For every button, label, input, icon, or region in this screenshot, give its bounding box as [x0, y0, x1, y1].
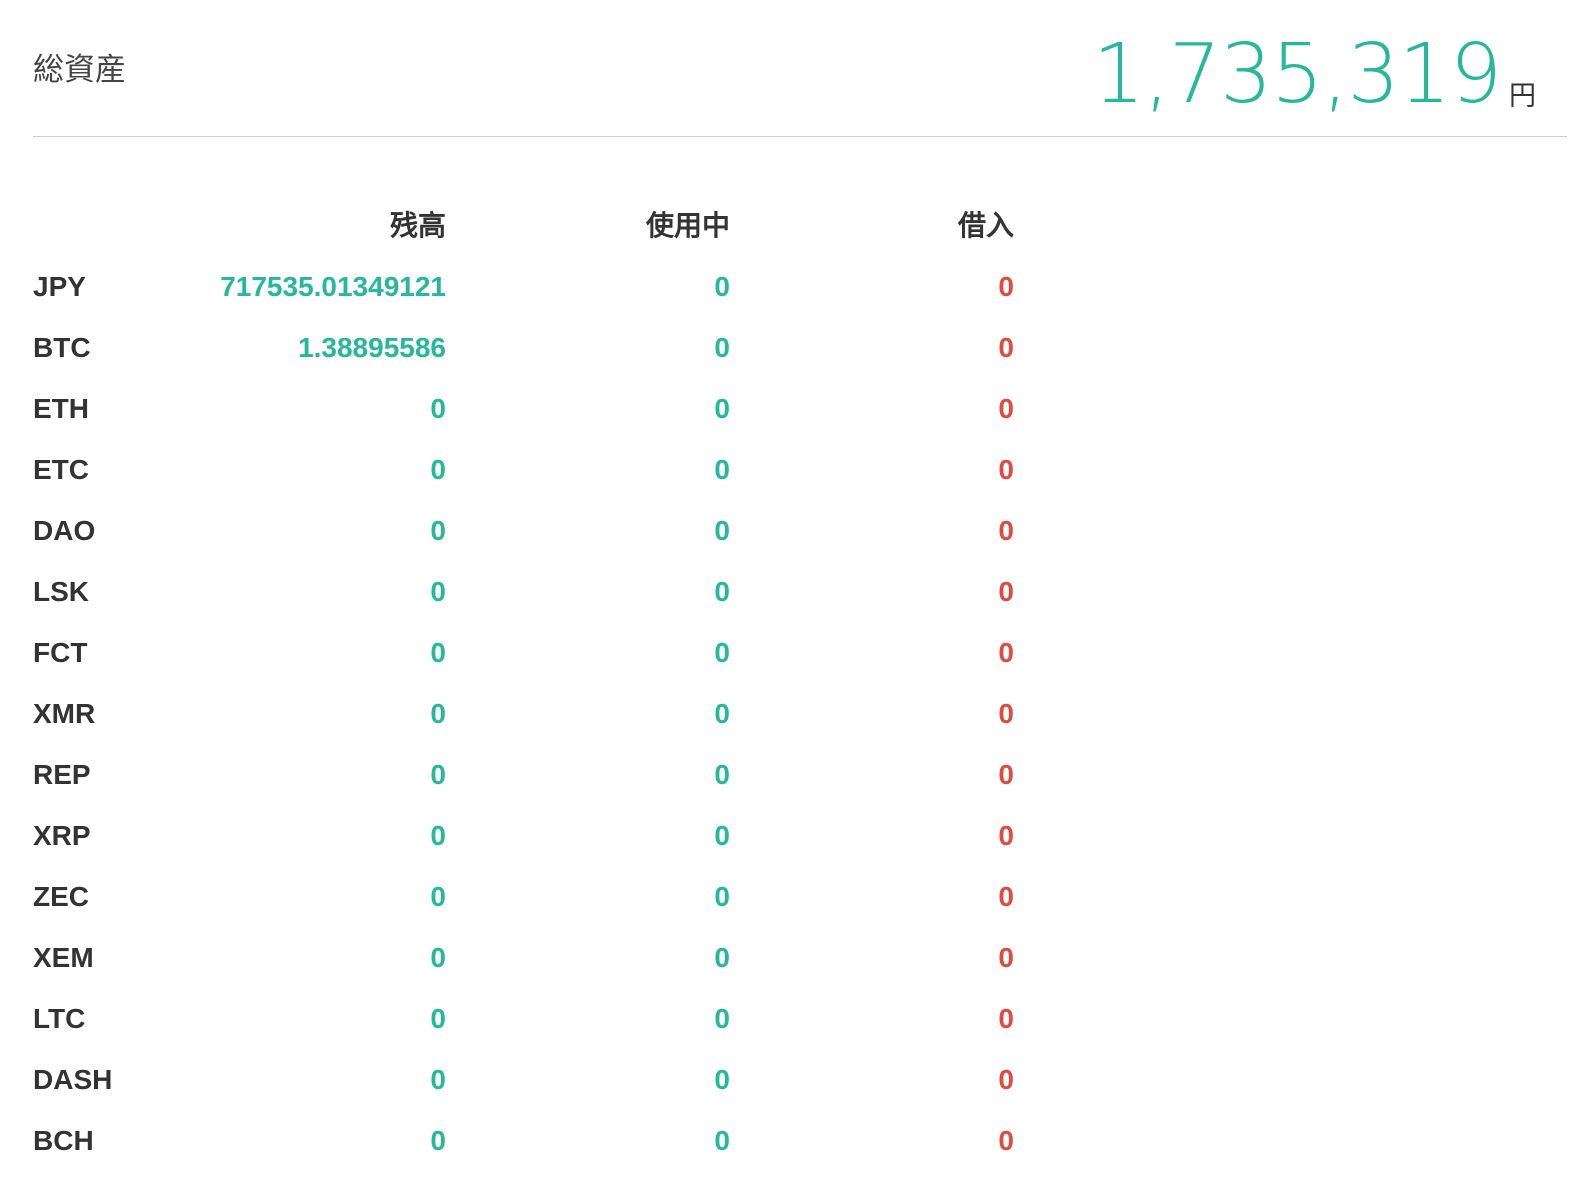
borrowed-value: 0	[998, 1064, 1014, 1095]
in-use-value: 0	[714, 271, 730, 302]
borrowed-value: 0	[998, 1003, 1014, 1034]
currency-name: ZEC	[33, 881, 89, 912]
in-use-value: 0	[714, 1003, 730, 1034]
borrowed-value: 0	[998, 881, 1014, 912]
balance-value: 0	[430, 820, 446, 851]
total-assets-unit: 円	[1509, 81, 1536, 112]
table-row: LTC 0 0 0	[33, 988, 1033, 1049]
page-title: 総資産	[33, 52, 126, 88]
table-row: FCT 0 0 0	[33, 622, 1033, 683]
currency-name: JPY	[33, 271, 86, 302]
borrowed-value: 0	[998, 759, 1014, 790]
table-row: DAO 0 0 0	[33, 500, 1033, 561]
table-row: JPY 717535.01349121 0 0	[33, 256, 1033, 317]
borrowed-value: 0	[998, 698, 1014, 729]
currency-name: DAO	[33, 515, 96, 546]
currency-name: FCT	[33, 637, 88, 668]
borrowed-value: 0	[998, 393, 1014, 424]
borrowed-value: 0	[998, 820, 1014, 851]
balance-value: 0	[430, 1003, 446, 1034]
borrowed-value: 0	[998, 332, 1014, 363]
in-use-value: 0	[714, 820, 730, 851]
in-use-value: 0	[714, 759, 730, 790]
in-use-value: 0	[714, 454, 730, 485]
balance-value: 0	[430, 881, 446, 912]
balance-value: 0	[430, 942, 446, 973]
table-header: 残高 使用中 借入	[33, 195, 1033, 256]
balance-value: 717535.01349121	[220, 271, 446, 302]
borrowed-value: 0	[998, 1125, 1014, 1156]
balance-table: 残高 使用中 借入 JPY 717535.01349121 0 0 BTC 1.38895…	[33, 195, 1033, 1171]
currency-name: XMR	[33, 698, 96, 729]
in-use-value: 0	[714, 393, 730, 424]
borrowed-value: 0	[998, 576, 1014, 607]
in-use-value: 0	[714, 698, 730, 729]
table-row: XMR 0 0 0	[33, 683, 1033, 744]
total-assets-value: 1,735,319	[1092, 27, 1502, 122]
column-header-borrowed: 借入	[957, 209, 1014, 242]
currency-name: LTC	[33, 1003, 86, 1034]
table-row: XEM 0 0 0	[33, 927, 1033, 988]
table-row: XRP 0 0 0	[33, 805, 1033, 866]
currency-name: REP	[33, 759, 91, 790]
balance-value: 0	[430, 393, 446, 424]
table-row: ETH 0 0 0	[33, 378, 1033, 439]
in-use-value: 0	[714, 1064, 730, 1095]
currency-name: BTC	[33, 332, 91, 363]
table-row: DASH 0 0 0	[33, 1049, 1033, 1110]
table-row: BCH 0 0 0	[33, 1110, 1033, 1171]
balance-value: 0	[430, 515, 446, 546]
currency-name: XRP	[33, 820, 91, 851]
currency-name: BCH	[33, 1125, 94, 1156]
borrowed-value: 0	[998, 637, 1014, 668]
column-header-balance: 残高	[389, 209, 446, 242]
table-row: ETC 0 0 0	[33, 439, 1033, 500]
table-row: LSK 0 0 0	[33, 561, 1033, 622]
total-assets: 1,735,319 円	[1093, 30, 1536, 120]
currency-name: ETC	[33, 454, 89, 485]
borrowed-value: 0	[998, 515, 1014, 546]
borrowed-value: 0	[998, 271, 1014, 302]
total-assets-header: 総資産 1,735,319 円	[33, 0, 1567, 137]
in-use-value: 0	[714, 1125, 730, 1156]
table-row: BTC 1.38895586 0 0	[33, 317, 1033, 378]
currency-name: XEM	[33, 942, 94, 973]
in-use-value: 0	[714, 942, 730, 973]
balance-value: 0	[430, 637, 446, 668]
in-use-value: 0	[714, 576, 730, 607]
table-body: JPY 717535.01349121 0 0 BTC 1.38895586 0 0 ETH 0 0…	[33, 256, 1033, 1171]
balance-value: 0	[430, 454, 446, 485]
balance-value: 0	[430, 1064, 446, 1095]
currency-name: DASH	[33, 1064, 113, 1095]
borrowed-value: 0	[998, 454, 1014, 485]
in-use-value: 0	[714, 332, 730, 363]
currency-name: LSK	[33, 576, 89, 607]
balance-value: 0	[430, 698, 446, 729]
table-row: ZEC 0 0 0	[33, 866, 1033, 927]
balance-value: 1.38895586	[298, 332, 446, 363]
column-header-in-use: 使用中	[645, 209, 730, 242]
balance-value: 0	[430, 1125, 446, 1156]
balance-value: 0	[430, 759, 446, 790]
table-row: REP 0 0 0	[33, 744, 1033, 805]
balance-value: 0	[430, 576, 446, 607]
in-use-value: 0	[714, 637, 730, 668]
currency-name: ETH	[33, 393, 89, 424]
borrowed-value: 0	[998, 942, 1014, 973]
in-use-value: 0	[714, 515, 730, 546]
in-use-value: 0	[714, 881, 730, 912]
